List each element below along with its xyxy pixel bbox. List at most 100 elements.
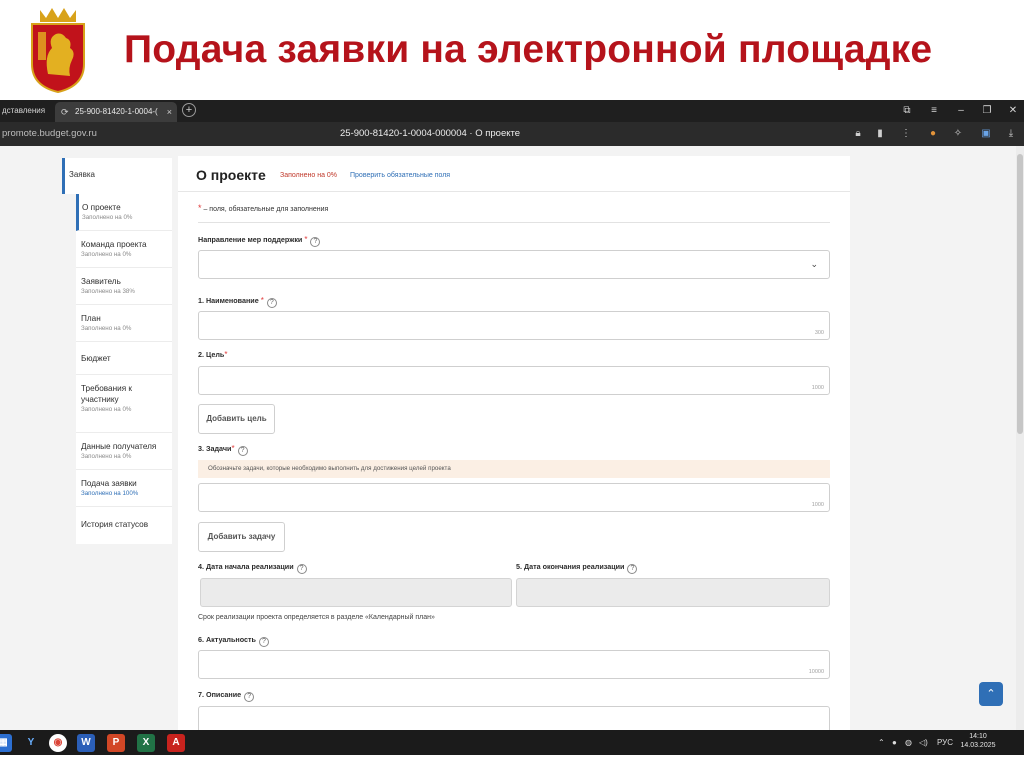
check-required-link[interactable]: Проверить обязательные поля <box>350 172 450 179</box>
sidebar-item-about[interactable]: О проекте Заполнено на 0% <box>76 194 172 231</box>
scroll-to-top-button[interactable]: ⌃ <box>979 682 1003 706</box>
help-icon[interactable]: ? <box>266 298 277 308</box>
tab-active[interactable]: ⟳ 25-900-81420-1-0004-( × <box>55 102 177 122</box>
page-viewport: Заявка О проекте Заполнено на 0% Команда… <box>0 146 1024 730</box>
yandex-browser-icon[interactable]: Y <box>22 734 40 752</box>
relevance-label: 6. Актуальность? <box>198 635 269 647</box>
form-title: О проекте <box>196 167 266 183</box>
lock-icon[interactable]: 🔒︎ <box>851 127 865 141</box>
powerpoint-icon[interactable]: P <box>107 734 125 752</box>
help-icon[interactable]: ? <box>627 564 638 574</box>
bookmark-icon[interactable]: ▮ <box>873 127 887 141</box>
sidebar-item-recipient[interactable]: Данные получателя Заполнено на 0% <box>76 433 172 470</box>
start-date-field <box>200 578 512 607</box>
sidebar-item-label: Подача заявки <box>81 479 137 488</box>
chevron-down-icon: ⌄ <box>810 259 818 269</box>
end-date-field <box>516 578 830 607</box>
relevance-input[interactable]: 10000 <box>198 650 830 679</box>
sidebar-item-label: Команда проекта <box>81 240 147 249</box>
tab-active-label: 25-900-81420-1-0004-( <box>75 107 158 116</box>
sidebar-item-progress: Заполнено на 0% <box>81 251 132 258</box>
name-input[interactable]: 300 <box>198 311 830 340</box>
required-note-text: – поля, обязательные для заполнения <box>203 206 329 213</box>
sidebar-item-label: Данные получателя <box>81 442 157 451</box>
sidebar-icon[interactable]: ▣ <box>979 127 993 141</box>
divider <box>198 222 830 223</box>
sidebar-item-label: Бюджет <box>81 354 111 363</box>
new-tab-button[interactable]: + <box>182 103 196 117</box>
volume-icon[interactable]: ◁) <box>919 734 928 752</box>
tasks-label: 3. Задачи*? <box>198 444 248 456</box>
extensions-icon[interactable]: ✧ <box>951 127 965 141</box>
excel-icon[interactable]: X <box>137 734 155 752</box>
reload-icon[interactable]: ⟳ <box>61 102 69 122</box>
network-icon[interactable]: ◍ <box>905 734 912 752</box>
menu-icon[interactable]: ≡ <box>925 100 943 122</box>
sidebar-section-title[interactable]: Заявка <box>62 158 172 194</box>
sidebar-item-submit[interactable]: Подача заявки Заполнено на 100% <box>76 470 172 507</box>
sidebar-item-progress: Заполнено на 0% <box>82 214 133 221</box>
add-task-button[interactable]: Добавить задачу <box>198 522 285 552</box>
minimize-icon[interactable]: – <box>952 100 970 122</box>
microphone-icon[interactable]: ● <box>892 734 897 752</box>
system-clock[interactable]: 14:10 14.03.2025 <box>958 732 998 750</box>
profile-icon[interactable]: ● <box>926 127 940 141</box>
url-field[interactable]: promote.budget.gov.ru <box>2 122 97 146</box>
char-counter: 1000 <box>811 502 824 508</box>
sidebar-item-status-history[interactable]: История статусов <box>76 507 172 544</box>
chrome-icon[interactable]: ◉ <box>49 734 67 752</box>
sidebar-item-progress: Заполнено на 0% <box>81 325 132 332</box>
tab-previous[interactable]: дставления <box>0 100 58 122</box>
sidebar-item-budget[interactable]: Бюджет <box>76 342 172 375</box>
description-label-text: 7. Описание <box>198 690 242 699</box>
required-star: * <box>304 235 308 244</box>
help-icon[interactable]: ? <box>244 692 255 702</box>
help-icon[interactable]: ? <box>310 237 321 247</box>
tasks-input[interactable]: 1000 <box>198 483 830 512</box>
pdf-reader-icon[interactable]: A <box>167 734 185 752</box>
sidebar-item-requirements[interactable]: Требования к участнику Заполнено на 0% <box>76 375 172 433</box>
start-date-label-text: 4. Дата начала реализации <box>198 562 294 571</box>
help-icon[interactable]: ? <box>296 564 307 574</box>
sidebar-item-label: История статусов <box>81 520 149 529</box>
sidebar-item-team[interactable]: Команда проекта Заполнено на 0% <box>76 231 172 268</box>
tasks-label-text: 3. Задачи <box>198 444 232 453</box>
relevance-label-text: 6. Актуальность <box>198 635 256 644</box>
scrollbar[interactable] <box>1016 146 1024 730</box>
help-icon[interactable]: ? <box>237 446 248 456</box>
tasks-hint: Обозначьте задачи, которые необходимо вы… <box>198 460 830 478</box>
start-date-label: 4. Дата начала реализации? <box>198 562 307 574</box>
start-icon[interactable]: ▦ <box>0 734 12 752</box>
language-indicator[interactable]: РУС <box>937 734 953 752</box>
required-note: * – поля, обязательные для заполнения <box>198 203 328 213</box>
end-date-label: 5. Дата окончания реализации? <box>516 562 638 574</box>
scroll-thumb[interactable] <box>1017 154 1023 434</box>
sidebar-item-label: План <box>81 314 101 323</box>
sidebar-item-plan[interactable]: План Заполнено на 0% <box>76 305 172 342</box>
tray-chevron-icon[interactable]: ⌃ <box>878 734 885 752</box>
sidebar-item-progress: Заполнено на 0% <box>81 453 132 460</box>
name-label: 1. Наименование *? <box>198 296 277 308</box>
direction-select[interactable]: ⌄ <box>198 250 830 279</box>
download-icon[interactable]: ⤓ <box>1004 127 1018 141</box>
sidebar-item-progress: Заполнено на 100% <box>81 490 139 497</box>
sidebar-item-label: Заявитель <box>81 277 121 286</box>
word-icon[interactable]: W <box>77 734 95 752</box>
help-icon[interactable]: ? <box>258 637 269 647</box>
close-tab-icon[interactable]: × <box>167 102 172 122</box>
goal-input[interactable]: 1000 <box>198 366 830 395</box>
more-icon[interactable]: ⋮ <box>899 127 913 141</box>
restore-icon[interactable]: ❐ <box>978 100 996 122</box>
collections-icon[interactable]: ⧉ <box>898 100 916 122</box>
add-goal-button[interactable]: Добавить цель <box>198 404 275 434</box>
description-label: 7. Описание? <box>198 690 255 702</box>
browser-screenshot: дставления ⟳ 25-900-81420-1-0004-( × + ⧉… <box>0 100 1024 767</box>
sidebar-item-applicant[interactable]: Заявитель Заполнено на 38% <box>76 268 172 305</box>
sidebar-item-progress: Заполнено на 38% <box>81 288 135 295</box>
name-label-text: 1. Наименование <box>198 296 259 305</box>
close-window-icon[interactable]: ✕ <box>1004 100 1022 122</box>
description-input[interactable]: 10000 <box>198 706 830 730</box>
char-counter: 1000 <box>811 385 824 391</box>
goal-label: 2. Цель* <box>198 350 227 359</box>
sidebar-item-progress: Заполнено на 0% <box>81 406 132 413</box>
